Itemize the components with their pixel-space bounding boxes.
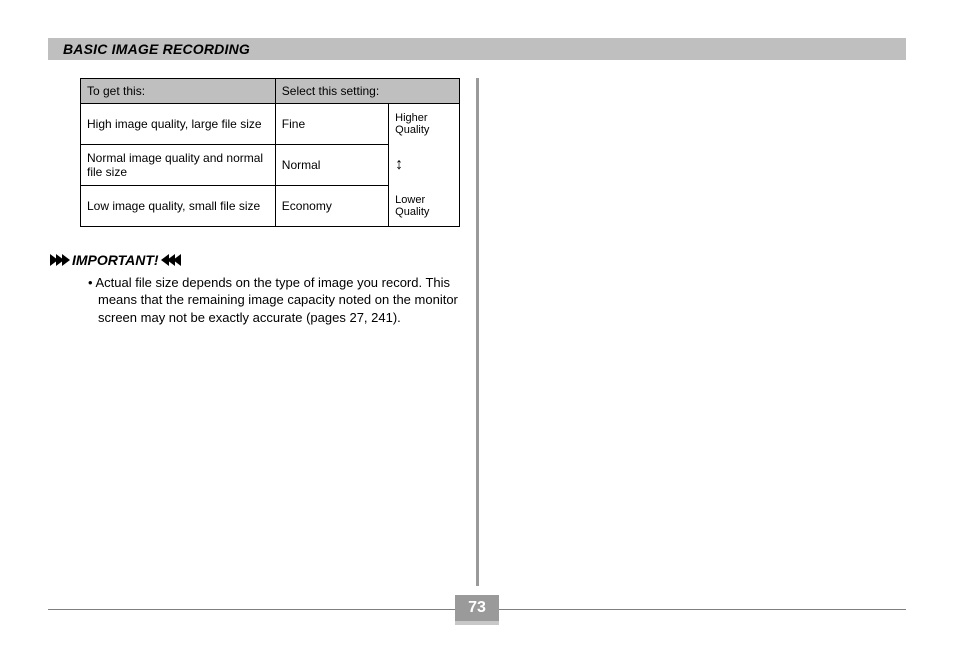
section-title: BASIC IMAGE RECORDING: [63, 41, 250, 57]
table-header-col1: To get this:: [81, 79, 276, 104]
table-cell-desc: Normal image quality and normal file siz…: [81, 145, 276, 186]
up-down-arrow-icon: ↕: [395, 156, 403, 173]
important-heading: IMPORTANT!: [50, 251, 460, 270]
table-cell-setting: Economy: [275, 186, 388, 227]
table-cell-quality: Higher Quality: [389, 104, 460, 145]
quality-table: To get this: Select this setting: High i…: [80, 78, 460, 227]
table-cell-setting: Normal: [275, 145, 388, 186]
table-cell-desc: Low image quality, small file size: [81, 186, 276, 227]
section-title-bar: BASIC IMAGE RECORDING: [48, 38, 906, 60]
important-block: IMPORTANT! • Actual file size depends on…: [80, 251, 460, 327]
table-cell-quality: Lower Quality: [389, 186, 460, 227]
footer: 73: [48, 595, 906, 625]
column-divider: [476, 78, 479, 586]
important-label: IMPORTANT!: [72, 251, 159, 270]
table-header-row: To get this: Select this setting:: [81, 79, 460, 104]
page-number: 73: [468, 599, 486, 617]
table-cell-desc: High image quality, large file size: [81, 104, 276, 145]
important-body: • Actual file size depends on the type o…: [80, 274, 460, 327]
table-row: High image quality, large file size Fine…: [81, 104, 460, 145]
table-row: Low image quality, small file size Econo…: [81, 186, 460, 227]
bullet-icon: •: [88, 275, 93, 290]
important-text: Actual file size depends on the type of …: [95, 275, 457, 325]
left-column: To get this: Select this setting: High i…: [80, 78, 460, 327]
table-cell-setting: Fine: [275, 104, 388, 145]
page-number-badge: 73: [455, 595, 499, 621]
table-header-col2: Select this setting:: [275, 79, 459, 104]
table-row: Normal image quality and normal file siz…: [81, 145, 460, 186]
table-cell-quality: ↕: [389, 145, 460, 186]
chevron-left-icon: [175, 254, 181, 266]
chevron-right-icon: [62, 254, 68, 266]
